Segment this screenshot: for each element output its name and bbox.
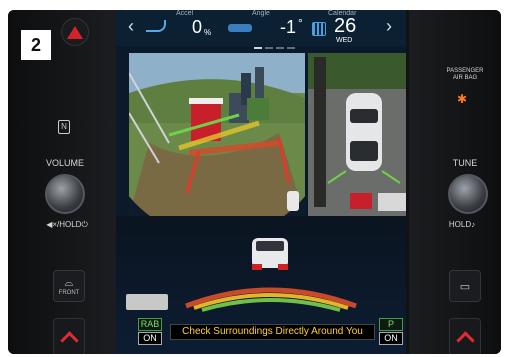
- front-button-label: FRONT: [58, 289, 80, 296]
- rear-defrost-button[interactable]: ▭: [449, 270, 481, 302]
- front-defrost-icon: ⌓: [64, 276, 74, 289]
- angle-label: Angle: [252, 10, 270, 17]
- side-camera-image: [129, 53, 305, 216]
- day-number: 26: [334, 15, 357, 37]
- weekday: WED: [336, 37, 353, 44]
- car-position-icon: [287, 191, 299, 211]
- status-bar: ‹ Accel 0 % Angle -1 ° Calendar 26 WED ›: [116, 10, 406, 46]
- angle-unit: °: [298, 16, 303, 30]
- airbag-label: PASSENGER AIR BAG: [440, 68, 490, 82]
- front-defrost-button[interactable]: ⌓ FRONT: [53, 270, 85, 302]
- rab-state: ON: [138, 332, 162, 345]
- parking-label: P: [379, 318, 403, 331]
- chevron-left-icon[interactable]: ‹: [128, 16, 134, 37]
- chevron-up-icon: [455, 330, 475, 350]
- airbag-label-line2: AIR BAG: [452, 75, 478, 81]
- eco-label: Accel: [176, 10, 194, 17]
- head-unit: 2 N VOLUME ◀×/HOLD⏻ ⌓ FRONT PASSENGER AI…: [8, 10, 501, 354]
- chevron-up-icon: [59, 330, 79, 350]
- hazard-button[interactable]: [61, 18, 89, 46]
- top-view-camera[interactable]: [308, 53, 406, 216]
- parking-guide-area: RAB ON Check Surroundings Directly Aroun…: [116, 216, 406, 354]
- calendar-icon: [312, 22, 326, 36]
- warning-message: Check Surroundings Directly Around You: [170, 324, 375, 340]
- rab-indicator: RAB ON: [138, 318, 162, 345]
- chevron-right-icon[interactable]: ›: [386, 16, 392, 37]
- mute-power-label: ◀×/HOLD⏻: [46, 220, 88, 229]
- airbag-label-line1: PASSENGER: [446, 68, 484, 74]
- right-up-button[interactable]: [449, 318, 481, 354]
- gauge-icon: [146, 20, 166, 32]
- angle-value: -1: [280, 17, 297, 37]
- eco-value: 0: [192, 17, 203, 37]
- volume-label: VOLUME: [45, 158, 84, 168]
- page-indicator: [254, 47, 295, 49]
- view-switch-button[interactable]: [126, 294, 168, 310]
- hazard-triangle-icon: [67, 25, 83, 39]
- display-screen: ‹ Accel 0 % Angle -1 ° Calendar 26 WED ›: [116, 10, 406, 354]
- volume-knob[interactable]: [45, 174, 85, 214]
- top-view-image: [308, 53, 406, 216]
- figure-number: 2: [21, 30, 51, 60]
- hold-label: HOLD♪: [448, 220, 476, 229]
- side-camera-view[interactable]: [129, 53, 305, 216]
- tune-knob[interactable]: [448, 174, 488, 214]
- rear-defrost-icon: ▭: [459, 280, 471, 293]
- eco-unit: %: [204, 28, 212, 37]
- airbag-off-icon: ✱: [457, 92, 468, 106]
- nfc-icon: N: [58, 120, 70, 134]
- vehicle-angle-icon: [228, 24, 252, 32]
- parking-indicator: P ON: [379, 318, 403, 345]
- rab-label: RAB: [138, 318, 162, 331]
- parking-state: ON: [379, 332, 403, 345]
- tune-label: TUNE: [452, 158, 478, 168]
- left-up-button[interactable]: [53, 318, 85, 354]
